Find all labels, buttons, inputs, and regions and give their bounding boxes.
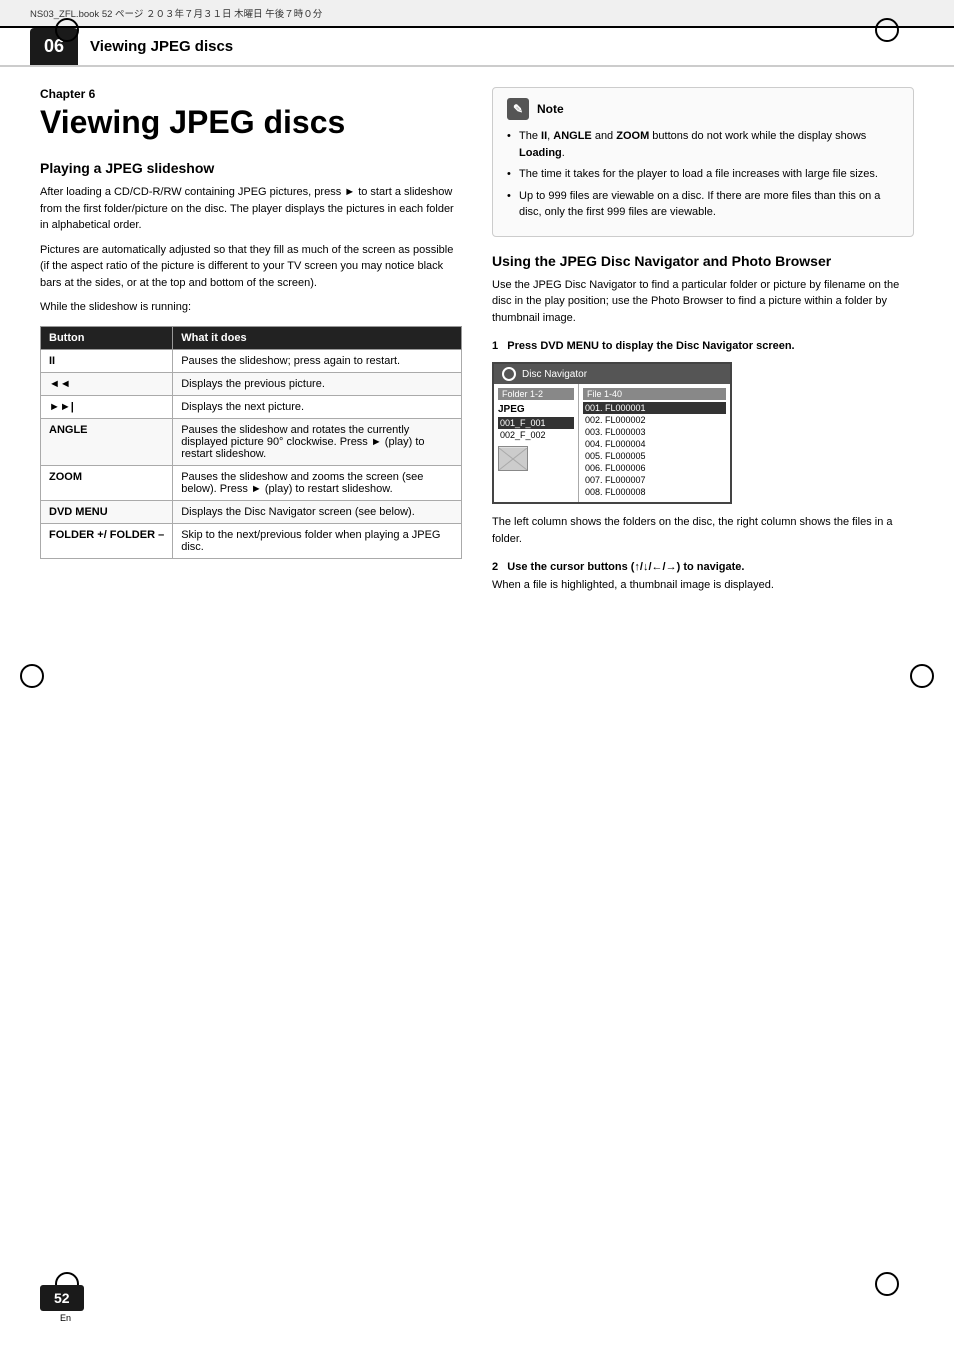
note-box: ✎ Note The II, ANGLE and ZOOM buttons do… bbox=[492, 87, 914, 237]
note-item: The time it takes for the player to load… bbox=[507, 166, 899, 183]
table-header-desc: What it does bbox=[173, 326, 462, 349]
disc-nav-file-item: 003. FL000003 bbox=[583, 426, 726, 438]
chapter-title: Viewing JPEG discs bbox=[40, 105, 462, 140]
disc-nav-file-item: 005. FL000005 bbox=[583, 450, 726, 462]
table-cell-desc: Pauses the slideshow; press again to res… bbox=[173, 349, 462, 372]
desc-after-nav: The left column shows the folders on the… bbox=[492, 514, 914, 547]
table-row: ANGLEPauses the slideshow and rotates th… bbox=[41, 418, 462, 465]
disc-nav-icon bbox=[502, 367, 516, 381]
table-row: IIPauses the slideshow; press again to r… bbox=[41, 349, 462, 372]
disc-nav-file-header: File 1-40 bbox=[583, 388, 726, 400]
table-row: FOLDER +/ FOLDER –Skip to the next/previ… bbox=[41, 523, 462, 558]
note-icon: ✎ bbox=[507, 98, 529, 120]
disc-nav-thumb-row bbox=[498, 444, 574, 473]
table-cell-desc: Displays the previous picture. bbox=[173, 372, 462, 395]
disc-nav-folders: 001_F_001002_F_002 bbox=[498, 417, 574, 441]
chapter-header-title: Viewing JPEG discs bbox=[90, 28, 233, 65]
disc-nav-folder-item: 002_F_002 bbox=[498, 429, 574, 441]
slideshow-para2: Pictures are automatically adjusted so t… bbox=[40, 242, 462, 292]
file-info-text: NS03_ZFL.book 52 ページ ２０３年７月３１日 木曜日 午後７時０… bbox=[30, 9, 322, 20]
table-cell-button: ANGLE bbox=[41, 418, 173, 465]
step2-para: When a file is highlighted, a thumbnail … bbox=[492, 577, 914, 594]
table-cell-desc: Displays the next picture. bbox=[173, 395, 462, 418]
page-number: 52 bbox=[40, 1285, 84, 1311]
note-label: Note bbox=[537, 102, 564, 116]
main-content: Chapter 6 Viewing JPEG discs Playing a J… bbox=[0, 67, 954, 632]
note-items: The II, ANGLE and ZOOM buttons do not wo… bbox=[507, 128, 899, 221]
disc-nav-jpeg-label: JPEG bbox=[498, 402, 574, 417]
disc-nav-folder-item: 001_F_001 bbox=[498, 417, 574, 429]
table-cell-desc: Pauses the slideshow and rotates the cur… bbox=[173, 418, 462, 465]
disc-navigator-screen: Disc Navigator Folder 1-2 JPEG 001_F_001… bbox=[492, 362, 732, 504]
table-row: ZOOMPauses the slideshow and zooms the s… bbox=[41, 465, 462, 500]
table-cell-desc: Displays the Disc Navigator screen (see … bbox=[173, 500, 462, 523]
disc-nav-file-item: 004. FL000004 bbox=[583, 438, 726, 450]
chapter-label: Chapter 6 bbox=[40, 87, 462, 101]
disc-nav-file-item: 007. FL000007 bbox=[583, 474, 726, 486]
table-row: ►►|Displays the next picture. bbox=[41, 395, 462, 418]
disc-nav-body: Folder 1-2 JPEG 001_F_001002_F_002 bbox=[494, 384, 730, 502]
note-item: Up to 999 files are viewable on a disc. … bbox=[507, 188, 899, 221]
disc-nav-file-item: 001. FL000001 bbox=[583, 402, 726, 414]
step2-text: Use the cursor buttons (↑/↓/←/→) to navi… bbox=[507, 561, 744, 573]
disc-nav-thumbnail bbox=[498, 446, 528, 471]
left-column: Chapter 6 Viewing JPEG discs Playing a J… bbox=[40, 87, 462, 602]
table-cell-desc: Skip to the next/previous folder when pl… bbox=[173, 523, 462, 558]
disc-nav-left-panel: Folder 1-2 JPEG 001_F_001002_F_002 bbox=[494, 384, 579, 502]
table-cell-button: DVD MENU bbox=[41, 500, 173, 523]
table-cell-button: ZOOM bbox=[41, 465, 173, 500]
disc-nav-file-item: 002. FL000002 bbox=[583, 414, 726, 426]
disc-nav-file-item: 006. FL000006 bbox=[583, 462, 726, 474]
step1-text: Press DVD MENU to display the Disc Navig… bbox=[507, 340, 794, 352]
disc-nav-right-panel: File 1-40 001. FL000001002. FL000002003.… bbox=[579, 384, 730, 502]
note-header: ✎ Note bbox=[507, 98, 899, 120]
right-column: ✎ Note The II, ANGLE and ZOOM buttons do… bbox=[492, 87, 914, 602]
navigator-para1: Use the JPEG Disc Navigator to find a pa… bbox=[492, 277, 914, 327]
disc-nav-folder-header: Folder 1-2 bbox=[498, 388, 574, 400]
disc-nav-file-item: 008. FL000008 bbox=[583, 486, 726, 498]
table-cell-button: ◄◄ bbox=[41, 372, 173, 395]
slideshow-para1: After loading a CD/CD-R/RW containing JP… bbox=[40, 184, 462, 234]
top-file-info: NS03_ZFL.book 52 ページ ２０３年７月３１日 木曜日 午後７時０… bbox=[0, 0, 954, 28]
disc-nav-header: Disc Navigator bbox=[494, 364, 730, 384]
table-cell-button: ►►| bbox=[41, 395, 173, 418]
reg-mark-top-left bbox=[55, 18, 79, 42]
section-heading-navigator: Using the JPEG Disc Navigator and Photo … bbox=[492, 253, 914, 269]
disc-nav-files: 001. FL000001002. FL000002003. FL0000030… bbox=[583, 402, 726, 498]
disc-nav-title: Disc Navigator bbox=[522, 369, 587, 380]
reg-mark-top-right bbox=[875, 18, 899, 42]
chapter-header: 06 Viewing JPEG discs bbox=[0, 28, 954, 67]
reg-mark-right-mid bbox=[910, 664, 934, 688]
button-table: Button What it does IIPauses the slidesh… bbox=[40, 326, 462, 559]
step1-number: 1 bbox=[492, 340, 498, 352]
reg-mark-bottom-right bbox=[875, 1272, 899, 1296]
step2-number: 2 bbox=[492, 561, 498, 573]
note-item: The II, ANGLE and ZOOM buttons do not wo… bbox=[507, 128, 899, 161]
step2-label: 2 Use the cursor buttons (↑/↓/←/→) to na… bbox=[492, 561, 914, 573]
table-row: DVD MENUDisplays the Disc Navigator scre… bbox=[41, 500, 462, 523]
table-cell-button: II bbox=[41, 349, 173, 372]
table-header-button: Button bbox=[41, 326, 173, 349]
section-heading-slideshow: Playing a JPEG slideshow bbox=[40, 160, 462, 176]
table-row: ◄◄Displays the previous picture. bbox=[41, 372, 462, 395]
step1-label: 1 Press DVD MENU to display the Disc Nav… bbox=[492, 340, 914, 352]
slideshow-para3: While the slideshow is running: bbox=[40, 299, 462, 316]
page-lang: En bbox=[60, 1313, 71, 1323]
table-cell-desc: Pauses the slideshow and zooms the scree… bbox=[173, 465, 462, 500]
table-cell-button: FOLDER +/ FOLDER – bbox=[41, 523, 173, 558]
reg-mark-left-mid bbox=[20, 664, 44, 688]
